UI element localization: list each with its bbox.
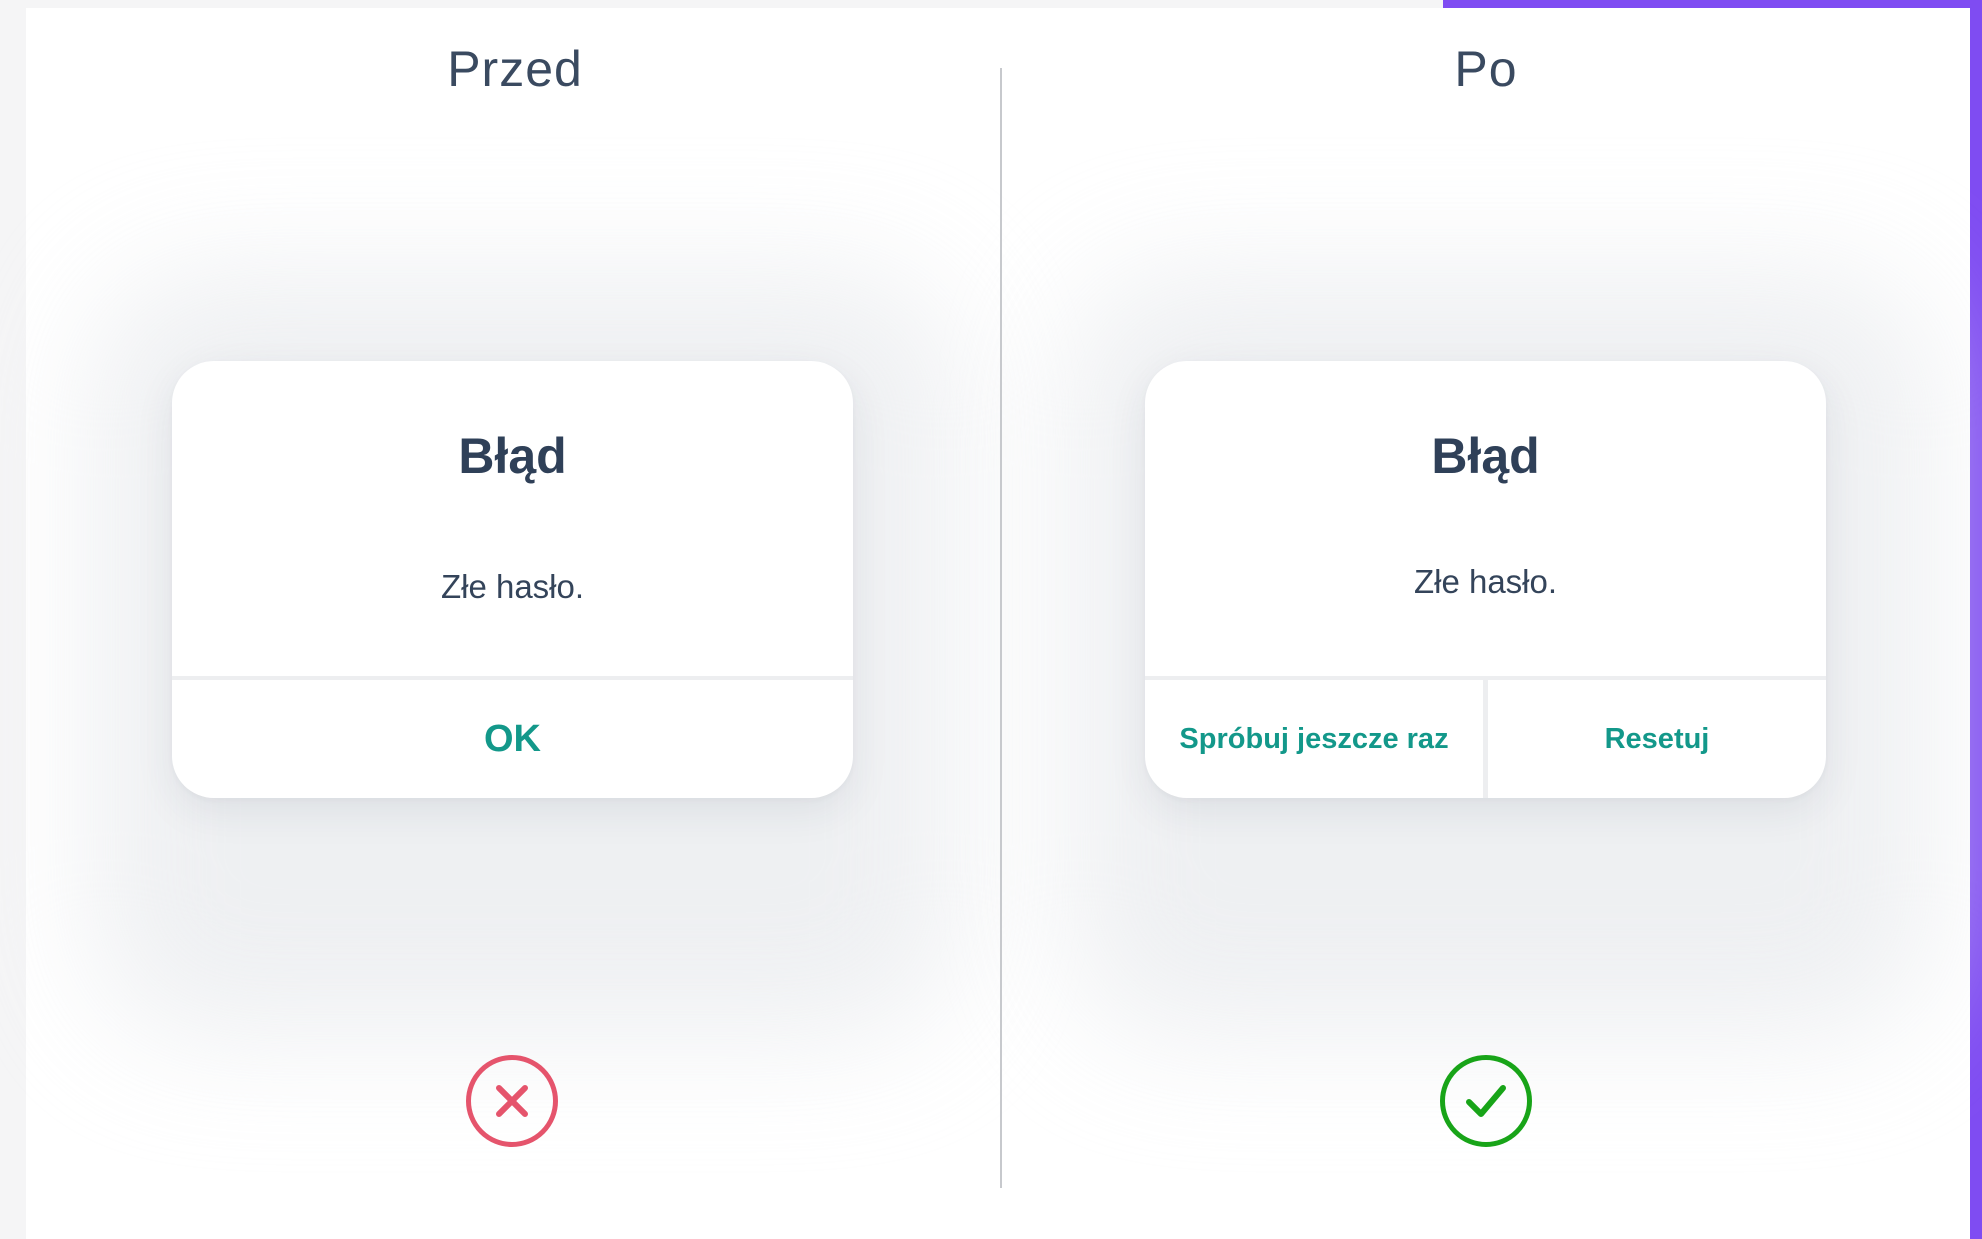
dialog-message: Złe hasło. <box>1413 563 1558 600</box>
dialog-message: Złe hasło. <box>440 568 585 605</box>
accent-bar-top <box>1443 0 1982 8</box>
accent-bar-right <box>1970 0 1982 1239</box>
before-heading: Przed <box>447 41 583 97</box>
after-heading: Po <box>1454 41 1518 97</box>
ok-button[interactable]: OK <box>172 680 853 798</box>
panel-divider <box>1000 68 1002 1188</box>
retry-button[interactable]: Spróbuj jeszcze raz <box>1145 680 1483 798</box>
reset-button[interactable]: Resetuj <box>1483 680 1826 798</box>
error-dialog-before: Błąd Złe hasło. OK <box>172 361 853 798</box>
dialog-actions: Spróbuj jeszcze raz Resetuj <box>1145 676 1826 798</box>
error-dialog-after: Błąd Złe hasło. Spróbuj jeszcze raz Rese… <box>1145 361 1826 798</box>
dialog-title: Błąd <box>458 428 567 484</box>
dialog-actions: OK <box>172 676 853 798</box>
close-circle-icon <box>466 1055 558 1147</box>
dialog-title: Błąd <box>1431 428 1540 484</box>
check-circle-icon <box>1440 1055 1532 1147</box>
